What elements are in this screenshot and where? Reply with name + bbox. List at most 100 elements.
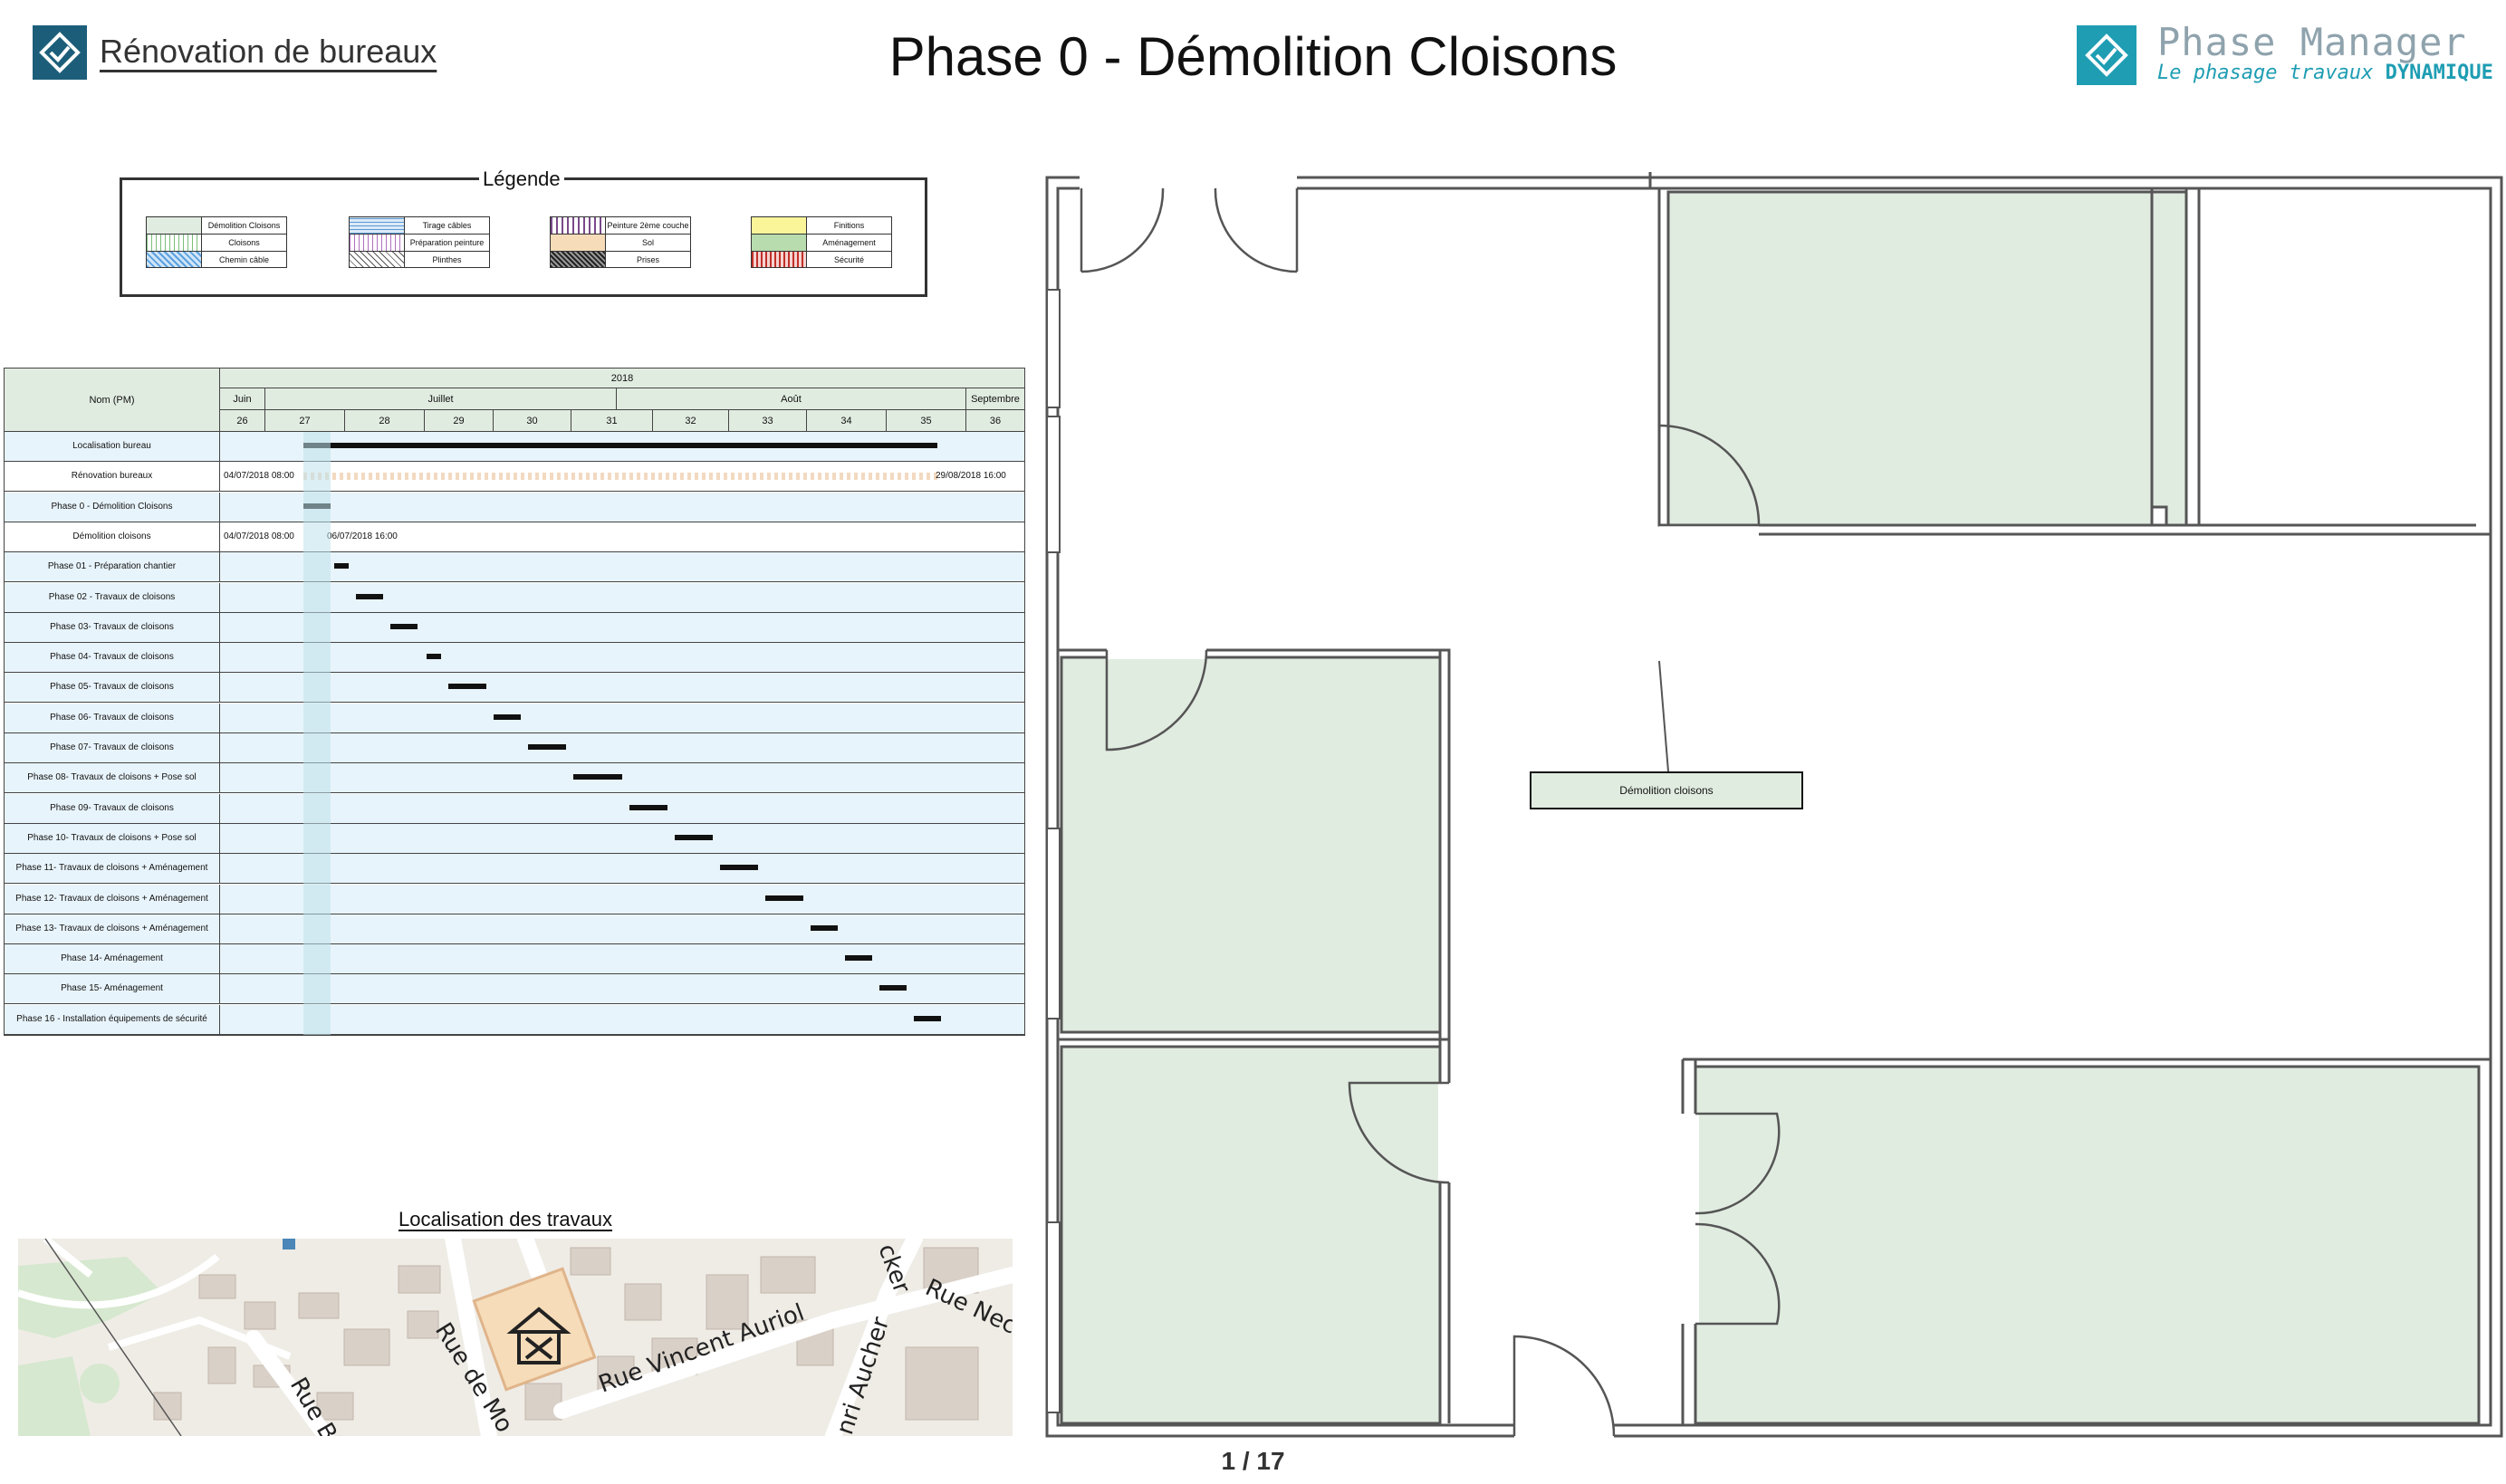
swatch-preparation-peinture <box>350 235 405 251</box>
gantt-row-name: Phase 06- Travaux de cloisons <box>5 703 220 732</box>
gantt-date-end: 06/07/2018 16:00 <box>327 531 398 541</box>
gantt-bar[interactable] <box>629 804 667 810</box>
gantt-row-timeline <box>220 974 1024 1004</box>
gantt-bar[interactable] <box>573 774 622 780</box>
gantt-bar[interactable] <box>303 443 937 448</box>
swatch-finitions <box>752 217 807 234</box>
gantt-month: Septembre <box>966 388 1024 410</box>
gantt-bar[interactable] <box>811 924 838 931</box>
gantt-row-name: Phase 09- Travaux de cloisons <box>5 793 220 823</box>
brand-tagline: Le phasage travaux DYNAMIQUE <box>2157 62 2493 84</box>
gantt-row-name: Phase 13- Travaux de cloisons + Aménagem… <box>5 914 220 943</box>
gantt-row-name: Phase 16 - Installation équipements de s… <box>5 1004 220 1034</box>
gantt-bar[interactable] <box>494 713 521 720</box>
swatch-chemin-cable <box>147 252 202 267</box>
gantt-bar[interactable] <box>879 985 907 991</box>
gantt-bar[interactable] <box>528 744 566 750</box>
gantt-row-timeline: 04/07/2018 08:00 06/07/2018 16:00 <box>220 522 1024 551</box>
gantt-row[interactable]: Phase 14- Aménagement <box>5 944 1024 975</box>
gantt-row-name: Phase 07- Travaux de cloisons <box>5 733 220 762</box>
gantt-week: 33 <box>729 410 807 432</box>
swatch-sol <box>551 235 606 251</box>
gantt-week: 28 <box>345 410 425 432</box>
gantt-bar[interactable] <box>448 684 486 690</box>
phase-manager-logo <box>2077 25 2136 85</box>
gantt-row[interactable]: Phase 11- Travaux de cloisons + Aménagem… <box>5 854 1024 885</box>
gantt-row[interactable]: Localisation bureau <box>5 432 1024 462</box>
gantt-row-name: Phase 04- Travaux de cloisons <box>5 643 220 673</box>
gantt-bar[interactable] <box>720 865 758 871</box>
gantt-row[interactable]: Démolition cloisons 04/07/2018 08:00 06/07… <box>5 522 1024 552</box>
gantt-row[interactable]: Phase 03- Travaux de cloisons <box>5 612 1024 643</box>
gantt-week: 32 <box>653 410 729 432</box>
gantt-row[interactable]: Phase 12- Travaux de cloisons + Aménagem… <box>5 884 1024 914</box>
gantt-row[interactable]: Phase 10- Travaux de cloisons + Pose sol <box>5 823 1024 854</box>
gantt-row[interactable]: Phase 09- Travaux de cloisons <box>5 793 1024 824</box>
gantt-row[interactable]: Phase 05- Travaux de cloisons <box>5 673 1024 704</box>
gantt-row-timeline <box>220 643 1024 673</box>
gantt-row[interactable]: Phase 04- Travaux de cloisons <box>5 643 1024 674</box>
gantt-row[interactable]: Phase 01 - Préparation chantier <box>5 552 1024 583</box>
gantt-row-timeline <box>220 884 1024 914</box>
gantt-row[interactable]: Rénovation bureaux 04/07/2018 08:00 29/08/… <box>5 462 1024 493</box>
gantt-bar[interactable] <box>765 895 803 901</box>
gantt-row[interactable]: Phase 0 - Démolition Cloisons <box>5 492 1024 522</box>
gantt-row-name: Phase 01 - Préparation chantier <box>5 552 220 582</box>
gantt-row-timeline <box>220 763 1024 793</box>
gantt-name-header: Nom (PM) <box>5 369 220 432</box>
gantt-bar[interactable] <box>675 834 713 840</box>
legend-label: Tirage câbles <box>422 221 472 230</box>
gantt-row-timeline <box>220 854 1024 884</box>
location-title: Localisation des travaux <box>398 1208 613 1230</box>
room-middle-left <box>1060 656 1442 1034</box>
gantt-row[interactable]: Phase 13- Travaux de cloisons + Aménagem… <box>5 914 1024 944</box>
gantt-week: 31 <box>571 410 653 432</box>
gantt-row-name: Phase 05- Travaux de cloisons <box>5 673 220 703</box>
legend-label: Démolition Cloisons <box>207 221 281 230</box>
gantt-row-name: Phase 14- Aménagement <box>5 944 220 974</box>
gantt-date-start: 04/07/2018 08:00 <box>224 471 294 482</box>
legend-label: Finitions <box>833 221 865 230</box>
gantt-row-timeline <box>220 552 1024 582</box>
brand-name: Phase Manager <box>2157 20 2467 64</box>
gantt-week: 35 <box>887 410 966 432</box>
legend: Légende Démolition Cloisons Cloisons Che… <box>120 168 927 297</box>
gantt-row-name: Démolition cloisons <box>5 522 220 551</box>
phase-manager-icon <box>2085 34 2128 77</box>
legend-label: Sécurité <box>833 255 865 264</box>
gantt-current-day-highlight <box>303 432 331 1035</box>
gantt-bar[interactable] <box>914 1015 941 1021</box>
gantt-row-timeline <box>220 733 1024 762</box>
plan-label-demolition[interactable]: Démolition cloisons <box>1530 771 1803 809</box>
gantt-month: Juillet <box>265 388 617 410</box>
gantt-row-timeline <box>220 1004 1024 1034</box>
legend-title: Légende <box>479 168 564 191</box>
swatch-plinthes <box>350 252 405 267</box>
gantt-row[interactable]: Phase 07- Travaux de cloisons <box>5 733 1024 763</box>
gantt-bar-summary[interactable] <box>303 473 937 481</box>
gantt-row-timeline <box>220 914 1024 943</box>
swatch-tirage-cables <box>350 217 405 234</box>
page-indicator: 1 / 17 <box>1221 1447 1285 1475</box>
gantt-date-end: 29/08/2018 16:00 <box>936 471 1006 482</box>
gantt-row[interactable]: Phase 08- Travaux de cloisons + Pose sol <box>5 763 1024 794</box>
location-map[interactable]: Rue de Mo Rue Vincent Auriol Rue Neck nr… <box>18 1239 1013 1436</box>
gantt-row-name: Phase 08- Travaux de cloisons + Pose sol <box>5 763 220 793</box>
gantt-row-timeline <box>220 703 1024 732</box>
gantt-row[interactable]: Phase 02 - Travaux de cloisons <box>5 582 1024 613</box>
gantt-row-name: Phase 03- Travaux de cloisons <box>5 612 220 642</box>
gantt-row[interactable]: Phase 16 - Installation équipements de s… <box>5 1004 1024 1035</box>
legend-label: Préparation peinture <box>409 238 485 247</box>
gantt-row-timeline <box>220 582 1024 612</box>
gantt-week: 30 <box>494 410 571 432</box>
legend-label: Peinture 2ème couche <box>607 221 689 230</box>
gantt-row[interactable]: Phase 15- Aménagement <box>5 974 1024 1005</box>
gantt-row-timeline: 04/07/2018 08:00 29/08/2018 16:00 <box>220 462 1024 492</box>
gantt-row[interactable]: Phase 06- Travaux de cloisons <box>5 703 1024 733</box>
gantt-bar[interactable] <box>390 623 418 629</box>
gantt-bar[interactable] <box>334 563 349 570</box>
gantt-bar[interactable] <box>356 593 383 599</box>
swatch-amenagement <box>752 235 807 251</box>
gantt-bar[interactable] <box>427 654 441 660</box>
gantt-bar[interactable] <box>845 955 872 962</box>
